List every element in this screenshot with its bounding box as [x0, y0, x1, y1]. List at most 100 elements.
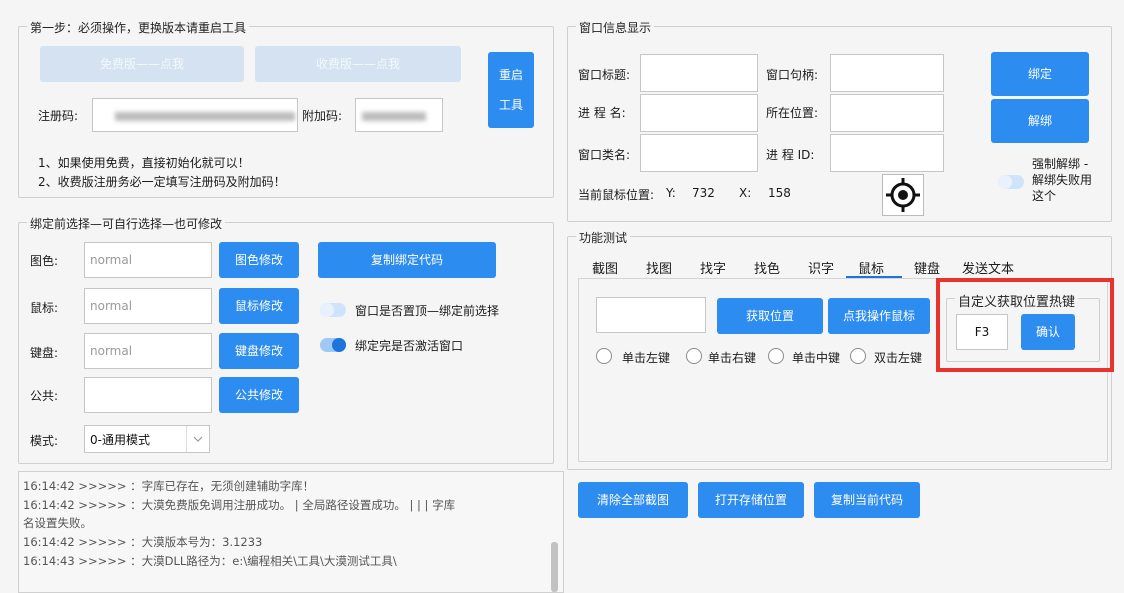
mode-value: 0-通用模式: [90, 432, 150, 447]
open-storage-button[interactable]: 打开存储位置: [698, 482, 804, 518]
process-name-input[interactable]: [640, 94, 758, 132]
note-paid: 2、收费版注册务必一定填写注册码及附加码！: [38, 175, 286, 189]
window-info-title: 窗口信息显示: [576, 19, 655, 36]
unbind-button[interactable]: 解绑: [991, 99, 1089, 143]
class-name-label: 窗口类名:: [578, 148, 631, 162]
activate-window-toggle[interactable]: [320, 338, 346, 352]
radio-middle-click[interactable]: [768, 348, 784, 364]
log-scrollbar[interactable]: [549, 472, 559, 592]
reg-code-mask: [115, 112, 295, 121]
activate-toggle-label: 绑定完是否激活窗口: [355, 339, 464, 353]
keyboard-input[interactable]: normal: [84, 333, 212, 369]
location-label: 所在位置:: [766, 106, 819, 120]
radio-left-click[interactable]: [596, 348, 612, 364]
mouse-y-value: 732: [692, 186, 715, 200]
restart-label-2: 工具: [498, 98, 523, 112]
public-input[interactable]: [84, 377, 212, 413]
process-name-label: 进 程 名:: [578, 106, 626, 120]
log-panel[interactable]: 16:14:42 >>>>> ：字库已存在，无须创建辅助字库！ 16:14:42…: [18, 471, 564, 593]
tab-keyboard[interactable]: 键盘: [914, 258, 940, 277]
copy-current-code-button[interactable]: 复制当前代码: [814, 482, 920, 518]
mouse-x-value: 158: [768, 186, 791, 200]
reg-code-label: 注册码:: [38, 109, 79, 123]
topmost-toggle[interactable]: [320, 303, 346, 317]
hotkey-confirm-button[interactable]: 确认: [1021, 314, 1075, 350]
chevron-down-icon: [186, 426, 209, 452]
process-id-label: 进 程 ID:: [766, 148, 815, 162]
window-handle-input[interactable]: [830, 54, 944, 92]
log-line: 16:14:43 >>>>> ：大漠DLL路径为：e:\编程相关\工具\大漠测试…: [23, 554, 397, 568]
operate-mouse-button[interactable]: 点我操作鼠标: [828, 298, 930, 334]
hotkey-input[interactable]: F3: [956, 314, 1008, 350]
keyboard-modify-button[interactable]: 键盘修改: [219, 333, 299, 369]
log-scrollbar-thumb[interactable]: [551, 542, 558, 592]
mode-select[interactable]: 0-通用模式: [84, 425, 210, 453]
free-version-button[interactable]: 免费版——点我: [40, 46, 244, 82]
hotkey-group-title: 自定义获取位置热键: [955, 291, 1079, 310]
window-title-input[interactable]: [640, 54, 758, 92]
tab-find-image[interactable]: 找图: [646, 258, 672, 277]
radio-right-click-label: 单击右键: [708, 351, 757, 365]
radio-middle-click-label: 单击中键: [792, 351, 841, 365]
keyboard-label: 键盘:: [30, 346, 59, 360]
tab-mouse[interactable]: 鼠标: [858, 258, 884, 277]
log-line: 16:14:42 >>>>> ：大漠版本号为：3.1233: [23, 535, 263, 549]
restart-tool-button[interactable]: 重启 工具: [488, 52, 534, 128]
clear-screenshots-button[interactable]: 清除全部截图: [578, 482, 688, 518]
class-name-input[interactable]: [640, 134, 758, 172]
log-line: 16:14:42 >>>>> ：字库已存在，无须创建辅助字库！: [23, 479, 315, 493]
addon-code-mask: [362, 112, 426, 121]
keyboard-value: normal: [90, 344, 133, 358]
radio-right-click[interactable]: [686, 348, 702, 364]
window-handle-label: 窗口句柄:: [766, 68, 819, 82]
note-free: 1、如果使用免费，直接初始化就可以！: [38, 156, 250, 170]
force-unbind-label: 强制解绑 - 解绑失败用 这个: [1032, 156, 1092, 204]
addon-code-label: 附加码:: [302, 109, 343, 123]
color-modify-button[interactable]: 图色修改: [219, 242, 299, 278]
addon-code-input[interactable]: [355, 98, 443, 132]
bind-button[interactable]: 绑定: [991, 52, 1089, 96]
func-test-title: 功能测试: [576, 229, 631, 246]
paid-version-button[interactable]: 收费版——点我: [255, 46, 461, 82]
force-unbind-line2: 解绑失败用: [1032, 173, 1093, 187]
mode-label: 模式:: [30, 434, 59, 448]
mouse-value: normal: [90, 299, 133, 313]
log-line: 16:14:42 >>>>> ：大漠免费版免调用注册成功。 | 全局路径设置成功…: [23, 498, 456, 512]
tab-find-text[interactable]: 找字: [700, 258, 726, 277]
mouse-modify-button[interactable]: 鼠标修改: [219, 288, 299, 324]
copy-bind-code-button[interactable]: 复制绑定代码: [318, 242, 496, 278]
log-line: 名设置失败。: [23, 516, 92, 530]
window-title-label: 窗口标题:: [578, 68, 631, 82]
binding-title: 绑定前选择—可自行选择—也可修改: [27, 215, 226, 232]
public-label: 公共:: [30, 389, 59, 403]
hotkey-value: F3: [974, 325, 990, 339]
mouse-pos-label: 当前鼠标位置:: [578, 188, 655, 202]
restart-label-1: 重启: [498, 68, 523, 82]
process-id-input[interactable]: [830, 134, 944, 172]
force-unbind-line1: 强制解绑 -: [1032, 157, 1089, 171]
crosshair-icon[interactable]: [882, 174, 924, 216]
mouse-label: 鼠标:: [30, 301, 59, 315]
tab-send-text[interactable]: 发送文本: [962, 258, 1014, 277]
position-input[interactable]: [596, 297, 706, 333]
radio-double-click-label: 双击左键: [874, 351, 923, 365]
color-value: normal: [90, 253, 133, 267]
mouse-y-label: Y:: [666, 186, 676, 200]
public-modify-button[interactable]: 公共修改: [219, 377, 299, 413]
topmost-toggle-label: 窗口是否置顶—绑定前选择: [355, 304, 500, 318]
radio-double-click[interactable]: [850, 348, 866, 364]
radio-left-click-label: 单击左键: [622, 351, 671, 365]
color-input[interactable]: normal: [84, 242, 212, 278]
force-unbind-line3: 这个: [1032, 189, 1057, 203]
color-label: 图色:: [30, 254, 59, 268]
tab-screenshot[interactable]: 截图: [592, 258, 618, 277]
tab-ocr[interactable]: 识字: [808, 258, 834, 277]
get-position-button[interactable]: 获取位置: [717, 298, 823, 334]
tab-find-color[interactable]: 找色: [754, 258, 780, 277]
mouse-x-label: X:: [739, 186, 752, 200]
reg-code-input[interactable]: [92, 98, 298, 132]
location-input[interactable]: [830, 94, 944, 132]
force-unbind-toggle[interactable]: [998, 175, 1024, 189]
step1-title: 第一步：必须操作，更换版本请重启工具: [27, 19, 250, 36]
mouse-input[interactable]: normal: [84, 288, 212, 324]
